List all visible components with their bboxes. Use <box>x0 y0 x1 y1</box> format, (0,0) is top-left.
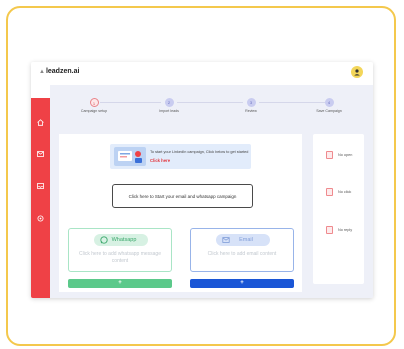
user-icon <box>354 69 360 76</box>
step-import-leads[interactable]: 2 Import leads <box>139 98 199 113</box>
step-save-campaign[interactable]: 4 Save Campaign <box>299 98 359 113</box>
step-label: Review <box>245 109 257 113</box>
step-label: Import leads <box>159 109 179 113</box>
email-desc: Click here to add email content <box>207 251 277 257</box>
email-pill: Email <box>216 234 270 246</box>
app-window: ▲leadzen.ai 1 Campaign setup 2 Import le… <box>31 62 373 298</box>
stats-panel: No open No click No reply <box>313 134 364 284</box>
step-campaign-setup[interactable]: 1 Campaign setup <box>64 98 124 113</box>
banner-illustration <box>114 147 146 166</box>
stat-label: No open <box>338 153 353 157</box>
linkedin-banner: To start your LinkedIn campaign, Click b… <box>110 144 251 169</box>
whatsapp-icon <box>100 236 108 244</box>
document-icon <box>326 188 333 196</box>
step-number: 1 <box>89 98 99 107</box>
home-icon[interactable] <box>36 118 45 126</box>
step-review[interactable]: 3 Review <box>221 98 281 113</box>
inbox-icon[interactable] <box>36 182 45 190</box>
step-label: Save Campaign <box>316 109 342 113</box>
stat-no-reply: No reply <box>326 226 352 234</box>
settings-icon[interactable] <box>36 214 45 222</box>
step-number: 3 <box>246 98 256 107</box>
stat-label: No reply <box>338 228 353 232</box>
whatsapp-pill: Whatsapp <box>94 234 148 246</box>
mail-icon[interactable] <box>36 150 45 158</box>
start-campaign-button[interactable]: Click here to Start your email and whats… <box>112 184 253 208</box>
whatsapp-desc: Click here to add whatsapp message conte… <box>79 251 161 264</box>
banner-link[interactable]: Click here <box>150 158 170 163</box>
avatar[interactable] <box>351 66 363 78</box>
step-label: Campaign setup <box>80 109 108 113</box>
stat-label: No click <box>338 190 352 194</box>
document-icon <box>326 226 333 234</box>
logo-text: leadzen.ai <box>45 68 80 75</box>
email-title: Email <box>239 237 253 243</box>
sidebar <box>31 98 50 298</box>
step-number: 4 <box>324 98 334 107</box>
stat-no-open: No open <box>326 151 352 159</box>
email-card[interactable]: Email Click here to add email content <box>190 228 294 272</box>
email-icon <box>222 237 230 243</box>
document-icon <box>326 151 333 159</box>
step-number: 2 <box>164 98 174 107</box>
add-email-button[interactable]: + <box>190 279 294 288</box>
add-whatsapp-button[interactable]: + <box>68 279 172 288</box>
banner-text: To start your LinkedIn campaign, Click b… <box>150 150 249 154</box>
stat-no-click: No click <box>326 188 351 196</box>
hat-icon: ▲ <box>39 69 45 75</box>
logo[interactable]: ▲leadzen.ai <box>39 68 79 75</box>
whatsapp-card[interactable]: Whatsapp Click here to add whatsapp mess… <box>68 228 172 272</box>
campaign-panel: To start your LinkedIn campaign, Click b… <box>59 134 302 292</box>
whatsapp-title: Whatsapp <box>111 237 137 243</box>
